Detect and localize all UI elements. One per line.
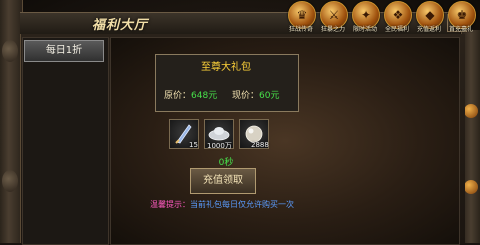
current-price-value: 60元	[259, 91, 280, 101]
top-icon-label: 限时活动	[352, 26, 377, 33]
original-price-label: 原价：	[164, 91, 192, 101]
item-count: 2888	[251, 141, 269, 149]
original-price-value: 648元	[191, 91, 218, 101]
hint-message: 当前礼包每日仅允许购买一次	[190, 200, 294, 209]
hint-text: 温馨提示：当前礼包每日仅允许购买一次	[150, 199, 294, 210]
current-price: 现价：60元	[232, 88, 279, 101]
top-icon-label: 全民福利	[384, 26, 409, 33]
original-price: 原价：648元	[164, 88, 217, 101]
top-icon-label: 狂暴之力	[320, 26, 345, 33]
claw-ornament-icon	[2, 40, 18, 62]
tab-daily-discount[interactable]: 每日1折	[24, 40, 104, 62]
item-count: 1000万	[207, 142, 232, 150]
gem-ornament-icon	[464, 180, 478, 194]
recharge-claim-button[interactable]: 充值领取	[190, 168, 256, 194]
timer: 0秒	[218, 158, 234, 168]
item-count: 15	[189, 141, 198, 149]
sidebar	[22, 37, 109, 245]
gift-title: 至尊大礼包	[201, 62, 251, 73]
hint-label: 温馨提示：	[150, 200, 190, 209]
top-icon-label: 首充豪礼	[448, 26, 473, 33]
window-title: 福利大厅	[92, 18, 149, 33]
top-icon-label: 狂战传奇	[288, 26, 313, 33]
current-price-label: 现价：	[232, 91, 260, 101]
top-activity-bar: ♛ 狂战传奇 ⚔ 狂暴之力 ✦ 限时活动 ❖ 全民福利 ◆ 充值返利 ♚ 首充豪…	[288, 0, 480, 33]
top-icon-label: 充值返利	[416, 26, 441, 33]
claw-ornament-icon	[2, 170, 18, 192]
gem-ornament-icon	[464, 104, 478, 118]
